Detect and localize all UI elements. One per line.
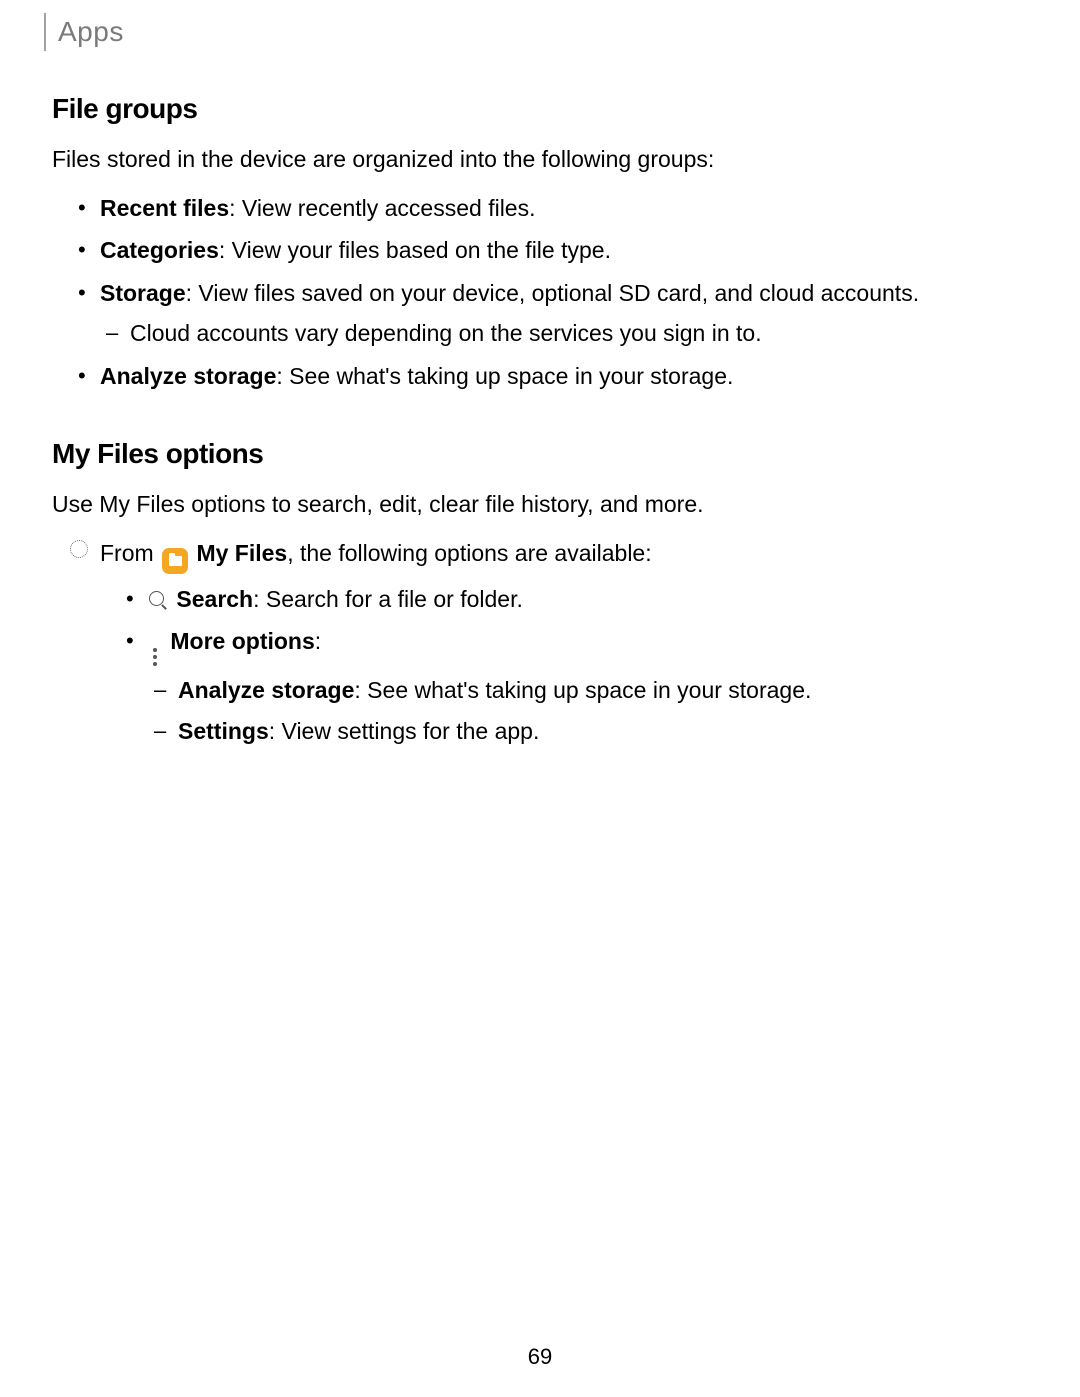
option-label: More options [170,628,314,654]
more-options-icon [148,647,162,667]
folder-icon [162,548,188,574]
from-line: From My Files, the following options are… [100,536,1028,749]
option-sub-list: Analyze storage: See what's taking up sp… [148,673,1028,748]
sub-desc: : See what's taking up space in your sto… [354,677,811,703]
from-suffix: , the following options are available: [287,540,651,566]
item-label: Storage [100,280,186,306]
option-desc: : Search for a file or folder. [253,586,523,612]
list-item: Recent files: View recently accessed fil… [100,191,1028,226]
file-groups-intro: Files stored in the device are organized… [52,142,1028,177]
my-files-from-list: From My Files, the following options are… [52,536,1028,749]
sub-label: Settings [178,718,269,744]
sub-desc: : View settings for the app. [269,718,540,744]
item-desc: : See what's taking up space in your sto… [276,363,733,389]
option-label: Search [176,586,253,612]
my-files-options-intro: Use My Files options to search, edit, cl… [52,487,1028,522]
from-prefix: From [100,540,160,566]
option-desc: : [315,628,321,654]
item-desc: : View files saved on your device, optio… [186,280,919,306]
page-number: 69 [0,1340,1080,1373]
header-divider [44,13,46,51]
sub-item: Settings: View settings for the app. [178,714,1028,749]
option-item: More options: Analyze storage: See what'… [148,624,1028,748]
options-list: Search: Search for a file or folder. Mor… [100,582,1028,749]
from-app-name: My Files [196,540,287,566]
sub-label: Analyze storage [178,677,354,703]
search-icon [148,590,168,610]
item-desc: : View your files based on the file type… [219,237,611,263]
file-groups-list: Recent files: View recently accessed fil… [52,191,1028,394]
item-label: Analyze storage [100,363,276,389]
list-item: Categories: View your files based on the… [100,233,1028,268]
dotted-circle-icon [70,540,88,558]
my-files-options-heading: My Files options [52,433,1028,475]
sub-list: Cloud accounts vary depending on the ser… [100,316,1028,351]
page-header: Apps [44,10,124,54]
sub-item: Analyze storage: See what's taking up sp… [178,673,1028,708]
list-item: Analyze storage: See what's taking up sp… [100,359,1028,394]
file-groups-heading: File groups [52,88,1028,130]
list-item: Storage: View files saved on your device… [100,276,1028,351]
header-section-label: Apps [58,11,124,53]
sub-item: Cloud accounts vary depending on the ser… [130,316,1028,351]
document-page: Apps File groups Files stored in the dev… [0,0,1080,1397]
item-label: Recent files [100,195,229,221]
page-content: File groups Files stored in the device a… [52,88,1028,758]
item-label: Categories [100,237,219,263]
item-desc: : View recently accessed files. [229,195,535,221]
option-item: Search: Search for a file or folder. [148,582,1028,617]
